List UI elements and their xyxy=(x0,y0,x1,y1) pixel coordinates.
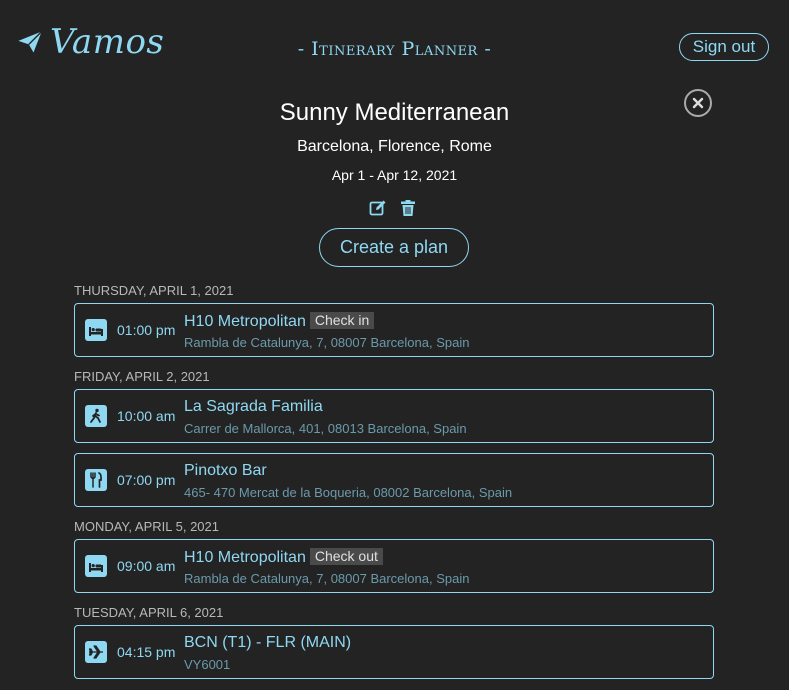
restaurant-icon xyxy=(85,469,107,491)
trip-title: Sunny Mediterranean xyxy=(279,99,510,126)
event-name-row: BCN (T1) - FLR (MAIN) xyxy=(184,634,351,652)
event-name-row: La Sagrada Familia xyxy=(184,398,323,416)
event-address: 465- 470 Mercat de la Boqueria, 08002 Ba… xyxy=(184,485,513,500)
status-badge: Check in xyxy=(309,312,375,329)
trash-icon[interactable] xyxy=(399,199,417,217)
activity-icon xyxy=(85,405,107,427)
flight-icon xyxy=(85,641,107,663)
day-label: Thursday, April 1, 2021 xyxy=(74,283,234,298)
trip-actions xyxy=(369,199,417,217)
event-name: La Sagrada Familia xyxy=(184,398,323,415)
day-group: Friday, April 2, 2021 10:00 am La Sagrada … xyxy=(74,369,714,507)
event-time: 04:15 pm xyxy=(117,644,176,660)
event-time: 09:00 am xyxy=(117,558,176,574)
edit-icon[interactable] xyxy=(369,199,387,217)
status-badge: Check out xyxy=(309,548,383,565)
event-name-row: Pinotxo Bar xyxy=(184,462,267,480)
event-name: BCN (T1) - FLR (MAIN) xyxy=(184,634,352,651)
event-time: 10:00 am xyxy=(117,408,176,424)
event-card[interactable]: 09:00 am H10 Metropolitan Check out Rambla … xyxy=(74,539,714,593)
event-name: H10 Metropolitan xyxy=(184,313,306,330)
trip-cities: Barcelona, Florence, Rome xyxy=(297,138,492,155)
day-label: Monday, April 5, 2021 xyxy=(74,519,219,534)
event-name: H10 Metropolitan xyxy=(184,549,306,566)
day-group: Tuesday, April 6, 2021 04:15 pm BCN (T1) -… xyxy=(74,605,714,679)
event-name-row: H10 Metropolitan Check out xyxy=(184,548,383,567)
event-time: 01:00 pm xyxy=(117,322,176,338)
event-card[interactable]: 10:00 am La Sagrada Familia Carrer de Mall… xyxy=(74,389,714,443)
hotel-icon xyxy=(85,319,107,341)
top-bar: Vamos - Itinerary Planner - Sign out xyxy=(0,0,789,90)
event-card[interactable]: 07:00 pm Pinotxo Bar 465- 470 Mercat de la… xyxy=(74,453,714,507)
sign-out-button[interactable]: Sign out xyxy=(679,33,769,61)
event-card[interactable]: 01:00 pm H10 Metropolitan Check in Rambla d… xyxy=(74,303,714,357)
create-plan-button[interactable]: Create a plan xyxy=(319,228,469,267)
itinerary-list: Thursday, April 1, 2021 01:00 pm H10 Metro… xyxy=(74,283,714,689)
event-address: Rambla de Catalunya, 7, 08007 Barcelona,… xyxy=(184,335,470,350)
day-group: Monday, April 5, 2021 09:00 am H10 Metropo… xyxy=(74,519,714,593)
app-subtitle: - Itinerary Planner - xyxy=(297,38,492,60)
day-label: Tuesday, April 6, 2021 xyxy=(74,605,224,620)
event-address: Rambla de Catalunya, 7, 08007 Barcelona,… xyxy=(184,571,470,586)
day-group: Thursday, April 1, 2021 01:00 pm H10 Metro… xyxy=(74,283,714,357)
event-address: VY6001 xyxy=(184,657,231,672)
event-address: Carrer de Mallorca, 401, 08013 Barcelona… xyxy=(184,421,467,436)
event-name-row: H10 Metropolitan Check in xyxy=(184,312,375,331)
trip-dates: Apr 1 - Apr 12, 2021 xyxy=(331,167,458,183)
event-name: Pinotxo Bar xyxy=(184,462,267,479)
hotel-icon xyxy=(85,555,107,577)
event-time: 07:00 pm xyxy=(117,472,176,488)
event-card[interactable]: 04:15 pm BCN (T1) - FLR (MAIN) VY6001 xyxy=(74,625,714,679)
day-label: Friday, April 2, 2021 xyxy=(74,369,210,384)
